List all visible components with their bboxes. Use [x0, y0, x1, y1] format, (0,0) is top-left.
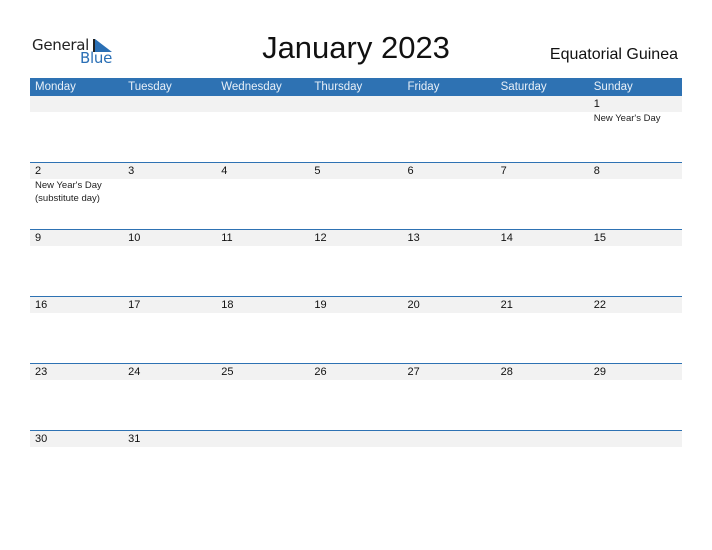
day-number: 22 [593, 299, 606, 311]
day-cell: 15 [589, 230, 682, 297]
day-number: 11 [221, 232, 233, 244]
weekday-header: Monday Tuesday Wednesday Thursday Friday… [30, 78, 682, 96]
day-cell [30, 96, 123, 163]
week-row: 23 24 25 26 27 28 29 [30, 363, 682, 431]
day-number: 20 [407, 299, 420, 311]
day-cell: 28 [496, 364, 589, 431]
day-cell: 4 [216, 163, 309, 230]
day-cell [123, 96, 216, 163]
day-number: 7 [500, 165, 507, 177]
day-number: 8 [593, 165, 600, 177]
week-row: 9 10 11 12 13 14 15 [30, 229, 682, 297]
weekday-monday: Monday [35, 81, 76, 93]
day-number: 4 [221, 165, 228, 177]
day-number: 10 [128, 232, 141, 244]
day-cell: 29 [589, 364, 682, 431]
day-number: 9 [35, 232, 42, 244]
week-row: 2 New Year's Day (substitute day) 3 4 5 6 7 8 [30, 162, 682, 230]
day-cell: 6 [403, 163, 496, 230]
day-number: 2 [35, 165, 42, 177]
day-number: 27 [407, 366, 420, 378]
day-cell: 18 [216, 297, 309, 364]
day-number: 30 [35, 433, 48, 445]
week-row: 1 New Year's Day [30, 96, 682, 163]
day-cell: 25 [216, 364, 309, 431]
day-cell: 21 [496, 297, 589, 364]
day-cell: 8 [589, 163, 682, 230]
day-number: 23 [35, 366, 48, 378]
day-cell [496, 96, 589, 163]
holiday-label: New Year's Day [35, 180, 102, 191]
day-number: 17 [128, 299, 141, 311]
day-cell: 16 [30, 297, 123, 364]
day-cell: 7 [496, 163, 589, 230]
day-cell: 27 [403, 364, 496, 431]
weekday-sunday: Sunday [593, 81, 633, 93]
weekday-saturday: Saturday [500, 81, 547, 93]
day-number: 14 [500, 232, 513, 244]
day-number: 25 [221, 366, 234, 378]
day-cell [216, 431, 309, 498]
day-cell: 10 [123, 230, 216, 297]
day-cell: 14 [496, 230, 589, 297]
day-cell: 30 [30, 431, 123, 498]
day-cell: 20 [403, 297, 496, 364]
country-name: Equatorial Guinea [549, 46, 678, 63]
day-cell: 31 [123, 431, 216, 498]
weekday-friday: Friday [407, 81, 440, 93]
day-cell: 13 [403, 230, 496, 297]
day-number: 6 [407, 165, 414, 177]
day-cell [309, 96, 402, 163]
day-number: 13 [407, 232, 420, 244]
day-cell: 26 [309, 364, 402, 431]
day-number: 5 [314, 165, 321, 177]
day-cell: 5 [309, 163, 402, 230]
week-row: 30 31 [30, 430, 682, 498]
day-cell: 9 [30, 230, 123, 297]
week-row: 16 17 18 19 20 21 22 [30, 296, 682, 364]
day-cell: 19 [309, 297, 402, 364]
day-cell [496, 431, 589, 498]
day-cell [403, 431, 496, 498]
day-number: 26 [314, 366, 327, 378]
day-cell: 3 [123, 163, 216, 230]
day-number: 3 [128, 165, 135, 177]
day-number: 28 [500, 366, 513, 378]
day-cell: 22 [589, 297, 682, 364]
day-cell [403, 96, 496, 163]
day-number: 19 [314, 299, 327, 311]
day-number: 29 [593, 366, 606, 378]
day-cell: 12 [309, 230, 402, 297]
day-number: 16 [35, 299, 48, 311]
day-cell [589, 431, 682, 498]
day-cell [216, 96, 309, 163]
day-cell: 1 New Year's Day [589, 96, 682, 163]
day-number: 21 [500, 299, 513, 311]
weekday-tuesday: Tuesday [128, 81, 172, 93]
day-number: 31 [128, 433, 141, 445]
day-cell: 23 [30, 364, 123, 431]
day-cell: 24 [123, 364, 216, 431]
weekday-wednesday: Wednesday [221, 81, 282, 93]
day-cell: 2 New Year's Day (substitute day) [30, 163, 123, 230]
day-number: 12 [314, 232, 327, 244]
day-number: 1 [593, 98, 600, 110]
day-number: 15 [593, 232, 606, 244]
holiday-label: New Year's Day [593, 113, 661, 124]
day-number: 24 [128, 366, 141, 378]
day-number: 18 [221, 299, 234, 311]
weekday-thursday: Thursday [314, 81, 363, 93]
holiday-label: (substitute day) [35, 193, 100, 204]
day-cell: 11 [216, 230, 309, 297]
day-cell: 17 [123, 297, 216, 364]
day-cell [309, 431, 402, 498]
